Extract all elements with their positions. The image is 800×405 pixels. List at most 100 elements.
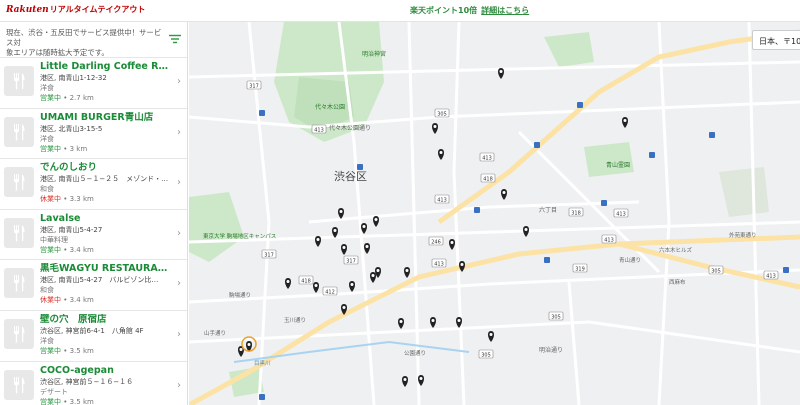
map-pin-icon: [349, 281, 355, 292]
notice-line-1: 現在、渋谷・五反田でサービス提供中！サービス対: [6, 28, 162, 47]
restaurant-name[interactable]: COCO-agepan: [40, 365, 173, 377]
map-label: 外苑東通り: [729, 231, 757, 239]
chevron-right-icon[interactable]: ›: [177, 127, 181, 138]
restaurant-status: 休業中 • 3.4 km: [40, 296, 94, 305]
route-number: 413: [437, 198, 447, 204]
map-pin-dot: [623, 119, 627, 122]
restaurant-name[interactable]: でんのしおり: [40, 162, 173, 174]
map-canvas[interactable]: 渋谷区 明治神宮代々木公園代々木公園通り青山霊園六丁目東京大学 駒場地区キャンパス…: [189, 22, 800, 405]
map-pin-dot: [371, 274, 375, 277]
route-number: 418: [301, 279, 311, 285]
restaurant-list-item[interactable]: 壁の穴 原宿店 渋谷区, 神宮前6-4-1 八角館 4F 洋食 営業中 • 3.…: [0, 311, 187, 362]
map-pin-icon: [338, 208, 344, 219]
map-pin-dot: [499, 70, 503, 73]
restaurant-address: 港区, 北青山3-15-5: [40, 124, 103, 133]
transit-station-icon: [649, 152, 655, 158]
route-number: 317: [249, 84, 259, 90]
restaurant-list-item[interactable]: 黒毛WAGYU RESTAURAN… 港区, 南青山5-4-27 バルビゾン比……: [0, 260, 187, 311]
route-number: 413: [766, 274, 776, 280]
restaurant-status: 営業中 • 3.4 km: [40, 245, 94, 254]
map-label: 明治通り: [539, 346, 563, 354]
restaurant-list: Little Darling Coffee Roas… 港区, 南青山1-12-…: [0, 58, 187, 405]
minor-road: [657, 22, 671, 405]
map-pin-dot: [239, 348, 243, 351]
chevron-right-icon[interactable]: ›: [177, 380, 181, 391]
map-area[interactable]: 渋谷区 明治神宮 代々木公園 代々木公園通り 青山霊園 六丁目 東京大学 駒場地区キャンパス…: [189, 22, 800, 405]
map-pin-dot: [342, 246, 346, 249]
major-road: [189, 234, 800, 405]
map-pin-dot: [433, 125, 437, 128]
restaurant-list-item[interactable]: Lavalse 港区, 南青山5-4-27 中華料理 営業中 • 3.4 km …: [0, 210, 187, 261]
restaurant-genre: 洋食: [40, 336, 54, 345]
transit-station-icon: [357, 164, 363, 170]
map-label: 代々木公園: [315, 103, 345, 111]
map-pin-dot: [316, 238, 320, 241]
cutlery-icon: [4, 116, 34, 147]
park-komaba: [189, 192, 244, 262]
map-pin-dot: [376, 269, 380, 272]
minor-road: [567, 281, 581, 405]
map-pin-dot: [247, 343, 251, 346]
map-pin-icon: [432, 123, 438, 134]
map-pin-icon: [430, 317, 436, 328]
cutlery-icon: [4, 217, 34, 248]
map-pin-icon: [341, 244, 347, 255]
map-label: 東京大学 駒場地区キャンパス: [203, 232, 276, 240]
chevron-right-icon[interactable]: ›: [177, 76, 181, 87]
route-number: 317: [264, 253, 274, 259]
minor-road: [247, 22, 271, 405]
chevron-right-icon[interactable]: ›: [177, 228, 181, 239]
map-pin-dot: [286, 280, 290, 283]
map-pin-icon: [285, 278, 291, 289]
map-search-input[interactable]: 日本、〒10: [752, 30, 800, 50]
map-pin-dot: [489, 333, 493, 336]
route-number: 418: [483, 177, 493, 183]
restaurant-name[interactable]: Little Darling Coffee Roas…: [40, 61, 173, 73]
brand-logo[interactable]: Rakuten リアルタイムテイクアウト: [6, 4, 145, 15]
route-number: 305: [437, 112, 447, 118]
map-label: 目黒川: [254, 360, 271, 367]
restaurant-list-item[interactable]: でんのしおり 港区, 南青山５−１−２５ メゾンド・… 和食 休業中 • 3.3…: [0, 159, 187, 210]
restaurant-name[interactable]: Lavalse: [40, 213, 173, 225]
map-pin-icon: [313, 282, 319, 293]
restaurant-status: 営業中 • 3 km: [40, 144, 88, 153]
chevron-right-icon[interactable]: ›: [177, 177, 181, 188]
restaurant-list-item[interactable]: UMAMI BURGER青山店 港区, 北青山3-15-5 洋食 営業中 • 3…: [0, 109, 187, 160]
route-number: 413: [604, 238, 614, 244]
map-pin-dot: [403, 378, 407, 381]
map-label: 山手通り: [204, 329, 226, 337]
restaurant-status: 営業中 • 2.7 km: [40, 94, 94, 102]
minor-road: [452, 22, 466, 405]
route-number: 305: [481, 353, 491, 359]
chevron-right-icon[interactable]: ›: [177, 329, 181, 340]
restaurant-list-item[interactable]: COCO-agepan 渋谷区, 神宮前５−１６−１６ デザート 営業中 • 3…: [0, 362, 187, 405]
map-pin-dot: [460, 263, 464, 266]
map-pin-dot: [405, 269, 409, 272]
restaurant-genre: デザート: [40, 387, 68, 396]
promo-text: 楽天ポイント10倍: [410, 6, 478, 15]
restaurant-name[interactable]: UMAMI BURGER青山店: [40, 112, 173, 124]
restaurant-address: 渋谷区, 神宮前6-4-1 八角館 4F: [40, 326, 144, 335]
promo-details-link[interactable]: 詳細はこちら: [481, 6, 529, 15]
restaurant-name[interactable]: 壁の穴 原宿店: [40, 314, 173, 326]
service-area-notice: 現在、渋谷・五反田でサービス提供中！サービス対 象エリアは随時拡大予定です。: [0, 22, 187, 58]
notice-line-2: 象エリアは随時拡大予定です。: [6, 48, 109, 57]
map-label: 公園通り: [404, 349, 426, 357]
restaurant-genre: 洋食: [40, 84, 54, 92]
chevron-right-icon[interactable]: ›: [177, 278, 181, 289]
route-number: 319: [575, 267, 585, 273]
map-pin-dot: [450, 241, 454, 244]
map-label: 六丁目: [539, 206, 557, 214]
route-number: 317: [346, 259, 356, 265]
filter-icon[interactable]: [169, 34, 181, 44]
restaurant-name[interactable]: 黒毛WAGYU RESTAURAN…: [40, 263, 173, 275]
restaurant-genre: 和食: [40, 185, 54, 194]
cutlery-icon: [4, 66, 34, 96]
map-pin-icon: [364, 243, 370, 254]
map-label: 青山通り: [619, 256, 641, 264]
restaurant-list-item[interactable]: Little Darling Coffee Roas… 港区, 南青山1-12-…: [0, 58, 187, 109]
route-number: 246: [431, 240, 441, 246]
transit-station-icon: [577, 102, 583, 108]
major-road: [618, 241, 800, 290]
map-label: 玉川通り: [284, 316, 306, 324]
